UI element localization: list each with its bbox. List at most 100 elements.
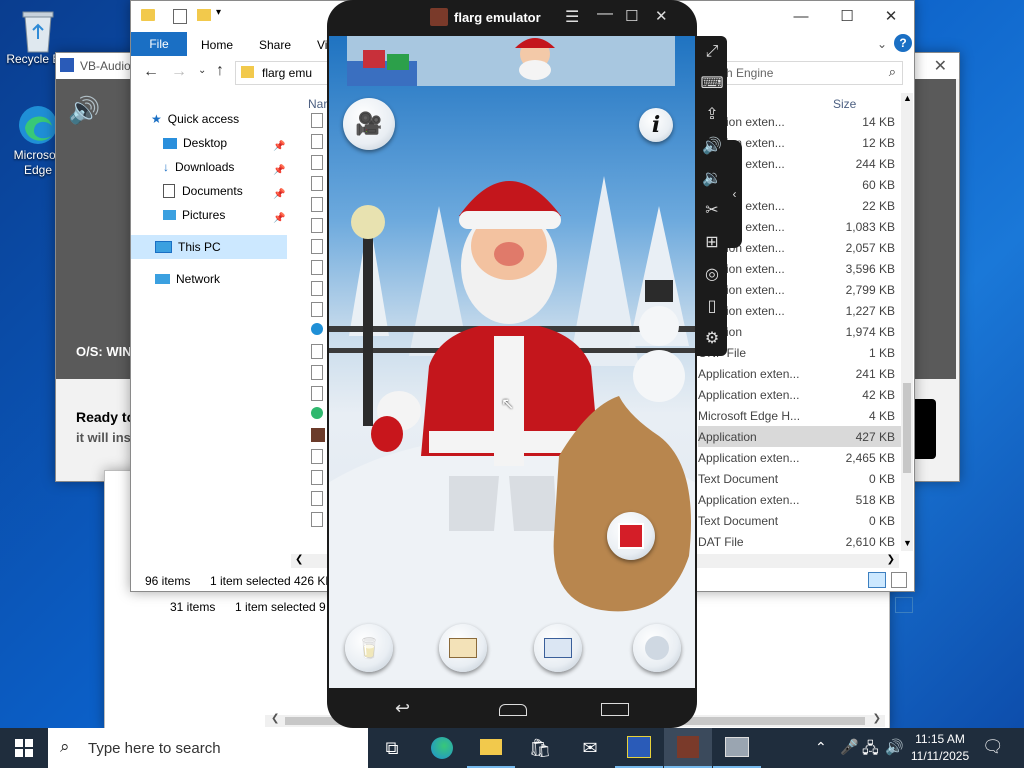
scroll-left-arrow[interactable]: ❮: [295, 554, 303, 565]
taskbar-vbaudio[interactable]: [713, 728, 761, 768]
ribbon-tab-file[interactable]: File: [131, 32, 187, 56]
table-row[interactable]: Application exten... 241 KB: [698, 363, 903, 384]
ribbon-tab-view[interactable]: Vi: [317, 38, 327, 52]
taskbar-flarg-emulator[interactable]: [664, 728, 712, 768]
volume-icon[interactable]: 🔊: [885, 738, 904, 756]
android-recents-icon[interactable]: [601, 703, 629, 716]
ribbon-tab-share[interactable]: Share: [259, 38, 291, 52]
table-row[interactable]: Text Document 0 KB: [698, 510, 903, 531]
details-view-icon[interactable]: [868, 572, 886, 588]
close-button[interactable]: ✕: [868, 1, 914, 31]
task-view-button[interactable]: ⧉: [368, 728, 416, 768]
chevron-down-icon[interactable]: ▾: [216, 7, 221, 18]
table-row[interactable]: plication exten... 1,227 KB: [698, 300, 903, 321]
keyboard-icon[interactable]: ⌨: [700, 73, 723, 93]
maximize-icon[interactable]: ☐: [625, 7, 638, 25]
scroll-up-arrow[interactable]: ▲: [903, 93, 912, 103]
clock[interactable]: 11:15 AM 11/11/2025: [908, 731, 972, 765]
table-row[interactable]: plication1,974 KB: [698, 321, 903, 342]
properties-icon[interactable]: [173, 9, 187, 24]
scroll-right-arrow[interactable]: ❯: [873, 713, 881, 724]
recent-locations-icon[interactable]: ⌄: [198, 65, 206, 76]
apk-install-icon[interactable]: ⇪: [702, 104, 722, 124]
fullscreen-icon[interactable]: ⤢: [702, 42, 722, 62]
table-row[interactable]: Application exten... 2,465 KB: [698, 447, 903, 468]
menu-icon[interactable]: ☰: [565, 7, 579, 27]
emulator-screen[interactable]: 🎥 i 🥛 ↖: [329, 36, 695, 688]
location-icon[interactable]: ◎: [702, 264, 722, 284]
back-arrow-icon[interactable]: ←: [143, 63, 159, 81]
ribbon-tab-home[interactable]: Home: [201, 38, 233, 52]
file-size-cell: 0 KB: [868, 471, 895, 486]
snowball-button[interactable]: [633, 624, 681, 672]
minimize-icon[interactable]: —: [597, 5, 613, 23]
close-icon[interactable]: ✕: [934, 56, 947, 76]
nav-desktop[interactable]: Desktop: [163, 131, 227, 155]
chevron-up-icon[interactable]: ⌃: [815, 739, 827, 756]
column-header-size[interactable]: Size: [833, 97, 856, 111]
table-row[interactable]: ONF File1 KB: [698, 342, 903, 363]
minimize-button[interactable]: —: [778, 1, 824, 31]
milk-cookies-button[interactable]: 🥛: [345, 624, 393, 672]
nav-this-pc[interactable]: This PC: [155, 235, 221, 259]
microphone-icon[interactable]: 🎤: [840, 738, 859, 756]
nav-network[interactable]: Network: [155, 267, 220, 291]
gift-button[interactable]: [607, 512, 655, 560]
table-row[interactable]: plication exten... 2,799 KB: [698, 279, 903, 300]
postcard-button[interactable]: [439, 624, 487, 672]
vertical-scrollbar[interactable]: ▲ ▼: [901, 93, 913, 551]
table-row[interactable]: plication exten... 3,596 KB: [698, 258, 903, 279]
nav-pictures[interactable]: Pictures: [163, 203, 225, 227]
new-folder-icon[interactable]: [197, 9, 211, 21]
table-row[interactable]: Text Document 0 KB: [698, 468, 903, 489]
table-row[interactable]: plication exten... 14 KB: [698, 111, 903, 132]
start-button[interactable]: [0, 728, 48, 768]
nav-quick-access[interactable]: ★ Quick access: [151, 107, 239, 131]
add-window-icon[interactable]: ⊞: [702, 232, 722, 252]
table-row[interactable]: DAT File 2,610 KB: [698, 531, 903, 552]
letter-button[interactable]: [534, 624, 582, 672]
up-arrow-icon[interactable]: ↑: [216, 62, 224, 80]
taskbar-edge[interactable]: [418, 728, 466, 768]
record-video-button[interactable]: 🎥: [343, 98, 395, 150]
back-view-details-icon[interactable]: [895, 597, 913, 613]
toolbar-collapse-tab[interactable]: ‹: [727, 140, 742, 248]
notifications-icon[interactable]: 🗨: [982, 737, 1004, 757]
file-type-cell: Text Document: [698, 513, 779, 528]
network-icon[interactable]: 🖧: [862, 738, 879, 763]
taskbar-search-box[interactable]: ⌕ Type here to search: [48, 728, 368, 768]
scroll-down-arrow[interactable]: ▼: [903, 538, 912, 548]
large-icons-view-icon[interactable]: [891, 572, 907, 588]
taskbar-search-input[interactable]: Type here to search: [88, 740, 221, 757]
taskbar-mail[interactable]: ✉: [566, 728, 614, 768]
maximize-button[interactable]: ☐: [824, 1, 870, 31]
help-icon[interactable]: ?: [894, 34, 912, 52]
info-button[interactable]: i: [639, 108, 673, 142]
scroll-right-arrow[interactable]: ❯: [887, 554, 895, 565]
close-icon[interactable]: ✕: [655, 7, 668, 25]
settings-icon[interactable]: ⚙: [702, 328, 722, 348]
column-header-name[interactable]: Nar: [308, 97, 327, 111]
android-home-icon[interactable]: [499, 704, 527, 716]
table-row[interactable]: Application 427 KB: [698, 426, 903, 447]
volume-up-icon[interactable]: 🔊: [702, 136, 722, 156]
cut-icon[interactable]: ✂: [702, 200, 722, 220]
shake-icon[interactable]: ▯: [702, 296, 722, 316]
table-row[interactable]: Application exten... 518 KB: [698, 489, 903, 510]
collapse-ribbon-icon[interactable]: ⌄: [877, 37, 887, 51]
nav-downloads[interactable]: ↓ Downloads: [163, 155, 234, 179]
search-box[interactable]: rch Engine ⌕: [711, 61, 903, 85]
table-row[interactable]: Application exten... 42 KB: [698, 384, 903, 405]
scroll-thumb[interactable]: [903, 383, 911, 473]
table-row[interactable]: Microsoft Edge H... 4 KB: [698, 405, 903, 426]
address-bar[interactable]: flarg emu: [235, 61, 331, 85]
taskbar-store[interactable]: 🛍: [516, 728, 564, 768]
volume-down-icon[interactable]: 🔉: [702, 168, 722, 188]
forward-arrow-icon[interactable]: →: [171, 63, 187, 81]
taskbar-file-explorer[interactable]: [467, 728, 515, 768]
taskbar-installer[interactable]: [615, 728, 663, 768]
nav-documents[interactable]: Documents: [163, 179, 243, 203]
search-icon[interactable]: ⌕: [889, 64, 896, 80]
scroll-left-arrow[interactable]: ❮: [271, 713, 279, 724]
android-back-icon[interactable]: ↩: [395, 698, 410, 719]
